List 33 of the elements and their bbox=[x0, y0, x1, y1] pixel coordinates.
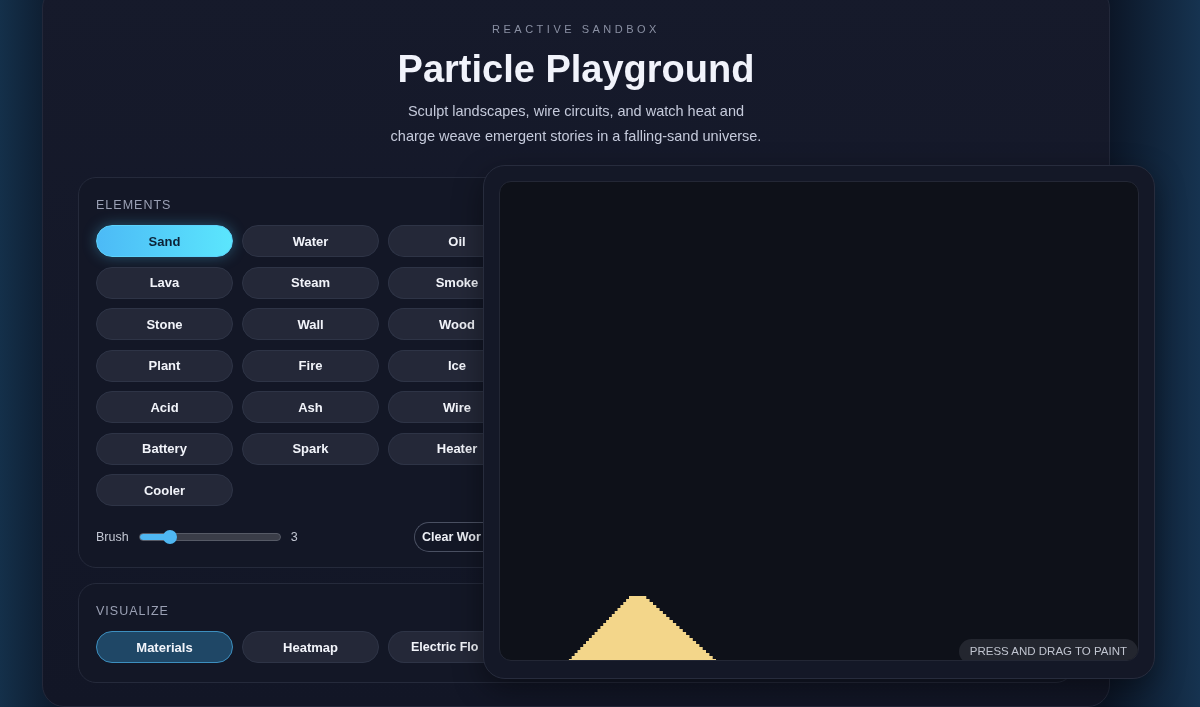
page-title: Particle Playground bbox=[396, 47, 756, 92]
brush-label: Brush bbox=[96, 530, 129, 544]
section-heading: VISUALIZE bbox=[96, 603, 170, 619]
element-button[interactable]: Wall bbox=[242, 308, 379, 340]
mode-button[interactable]: Electric Flo bbox=[388, 631, 486, 663]
brush-slider[interactable] bbox=[138, 533, 281, 541]
mode-button[interactable]: Materials bbox=[96, 631, 233, 663]
element-button[interactable]: Sand bbox=[96, 225, 233, 257]
element-button[interactable]: Wire bbox=[388, 391, 485, 423]
subtitle: Sculpt landscapes, wire circuits, and watch heat and charge weave emergent stories in a falling-sand universe. bbox=[390, 102, 762, 146]
element-button[interactable]: Smoke bbox=[388, 266, 485, 299]
element-button[interactable]: Ash bbox=[242, 391, 379, 423]
eyebrow-label: REACTIVE SANDBOX bbox=[491, 22, 661, 36]
element-button[interactable]: Stone bbox=[96, 308, 233, 340]
slider-thumb[interactable] bbox=[163, 530, 178, 544]
sandbox-canvas[interactable]: PRESS AND DRAG TO PAINT bbox=[499, 181, 1139, 661]
element-button[interactable]: Acid bbox=[96, 391, 233, 423]
brush-size-value: 3 bbox=[290, 530, 298, 544]
element-button[interactable]: Wood bbox=[388, 308, 485, 340]
element-button[interactable]: Battery bbox=[96, 432, 233, 465]
element-button[interactable]: Fire bbox=[242, 349, 379, 382]
element-button[interactable]: Ice bbox=[388, 349, 485, 382]
element-button[interactable]: Steam bbox=[242, 266, 379, 299]
section-heading: ELEMENTS bbox=[96, 197, 173, 213]
element-button[interactable]: Oil bbox=[388, 225, 485, 257]
paint-hint: PRESS AND DRAG TO PAINT bbox=[958, 639, 1138, 660]
element-button[interactable]: Lava bbox=[96, 266, 233, 299]
element-button[interactable]: Heater bbox=[388, 432, 485, 465]
element-button[interactable]: Plant bbox=[96, 349, 233, 382]
element-button[interactable]: Cooler bbox=[96, 474, 233, 506]
mode-button[interactable]: Heatmap bbox=[242, 631, 379, 663]
element-button[interactable]: Water bbox=[242, 225, 379, 257]
element-button[interactable]: Spark bbox=[242, 432, 379, 465]
